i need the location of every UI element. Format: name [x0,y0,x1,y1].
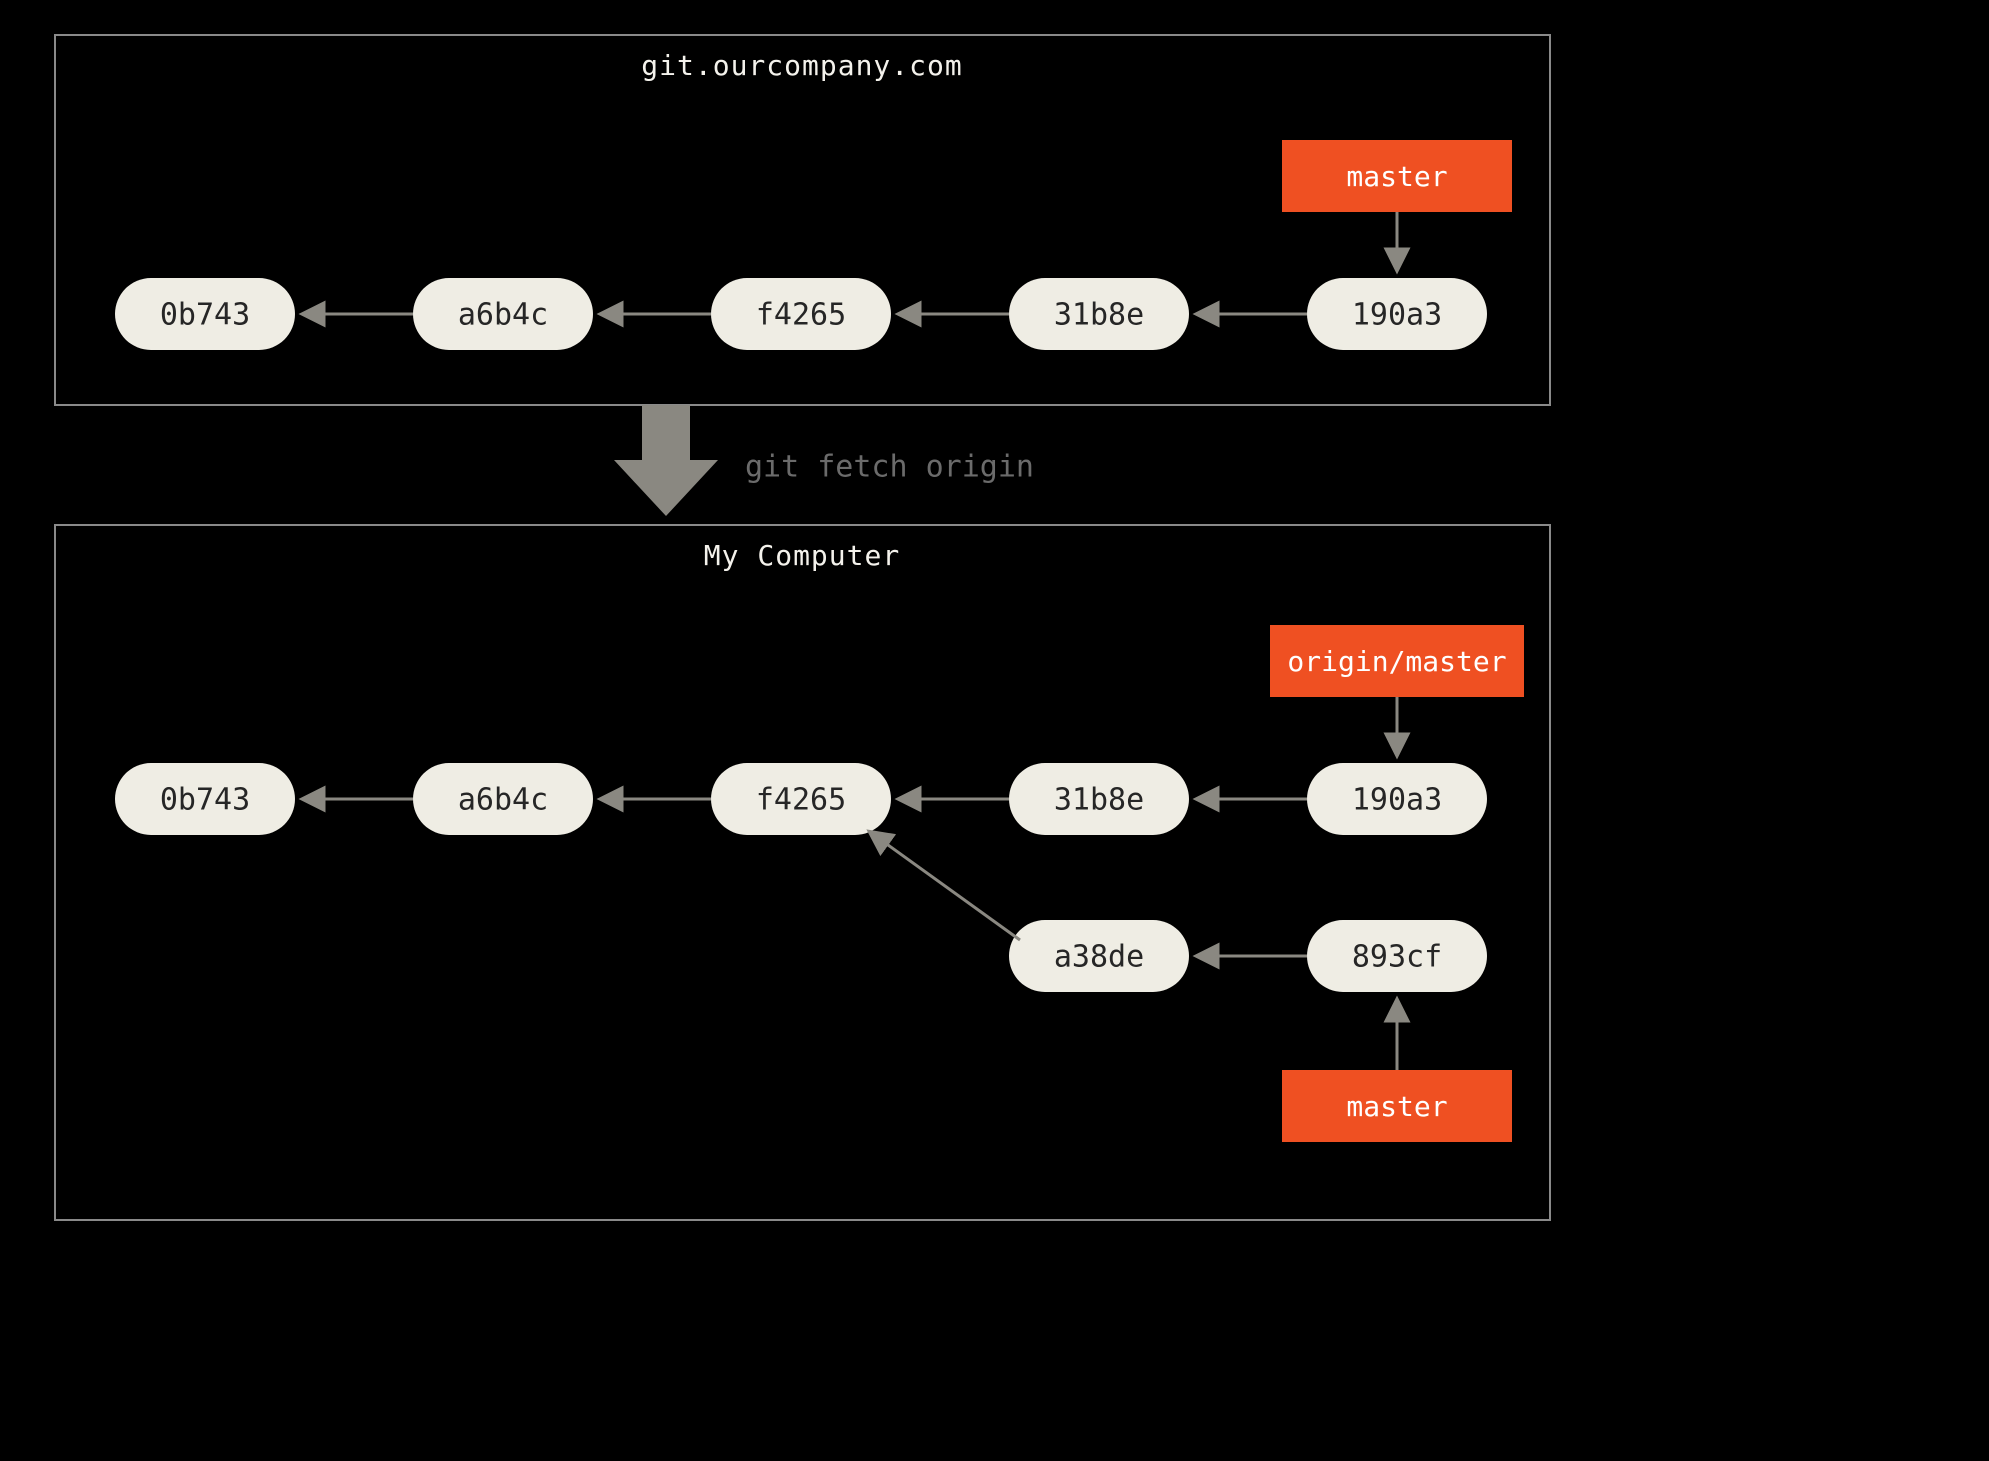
svg-text:0b743: 0b743 [160,783,250,818]
remote-commit-4: 190a3 [1307,278,1487,350]
local-commit-top-3: 31b8e [1009,763,1189,835]
svg-text:31b8e: 31b8e [1054,783,1144,818]
fetch-command-label: git fetch origin [745,450,1034,485]
svg-text:a6b4c: a6b4c [458,783,548,818]
local-arrow-b0-top2 [870,832,1020,940]
svg-text:f4265: f4265 [756,298,846,333]
remote-panel: git.ourcompany.com master 0b743 a6b4c f4… [55,35,1550,405]
svg-text:a6b4c: a6b4c [458,298,548,333]
svg-text:0b743: 0b743 [160,298,250,333]
svg-text:31b8e: 31b8e [1054,298,1144,333]
local-title: My Computer [704,539,900,572]
remote-commit-1: a6b4c [413,278,593,350]
local-branch-master: master [1282,1070,1512,1142]
local-commit-top-0: 0b743 [115,763,295,835]
svg-text:190a3: 190a3 [1352,298,1442,333]
local-commit-bottom-1: 893cf [1307,920,1487,992]
remote-commit-0: 0b743 [115,278,295,350]
remote-title: git.ourcompany.com [641,49,962,82]
svg-text:origin/master: origin/master [1287,645,1506,678]
local-branch-origin-master: origin/master [1270,625,1524,697]
local-commit-top-1: a6b4c [413,763,593,835]
local-commit-top-4: 190a3 [1307,763,1487,835]
fetch-arrow-icon [614,405,718,516]
svg-text:893cf: 893cf [1352,940,1442,975]
remote-branch-master: master [1282,140,1512,212]
svg-text:a38de: a38de [1054,940,1144,975]
local-commit-bottom-0: a38de [1009,920,1189,992]
svg-text:f4265: f4265 [756,783,846,818]
remote-commit-3: 31b8e [1009,278,1189,350]
remote-commit-2: f4265 [711,278,891,350]
svg-text:master: master [1346,160,1447,193]
svg-text:190a3: 190a3 [1352,783,1442,818]
local-commit-top-2: f4265 [711,763,891,835]
svg-text:master: master [1346,1090,1447,1123]
local-panel: My Computer origin/master 0b743 a6b4c f4… [55,525,1550,1220]
